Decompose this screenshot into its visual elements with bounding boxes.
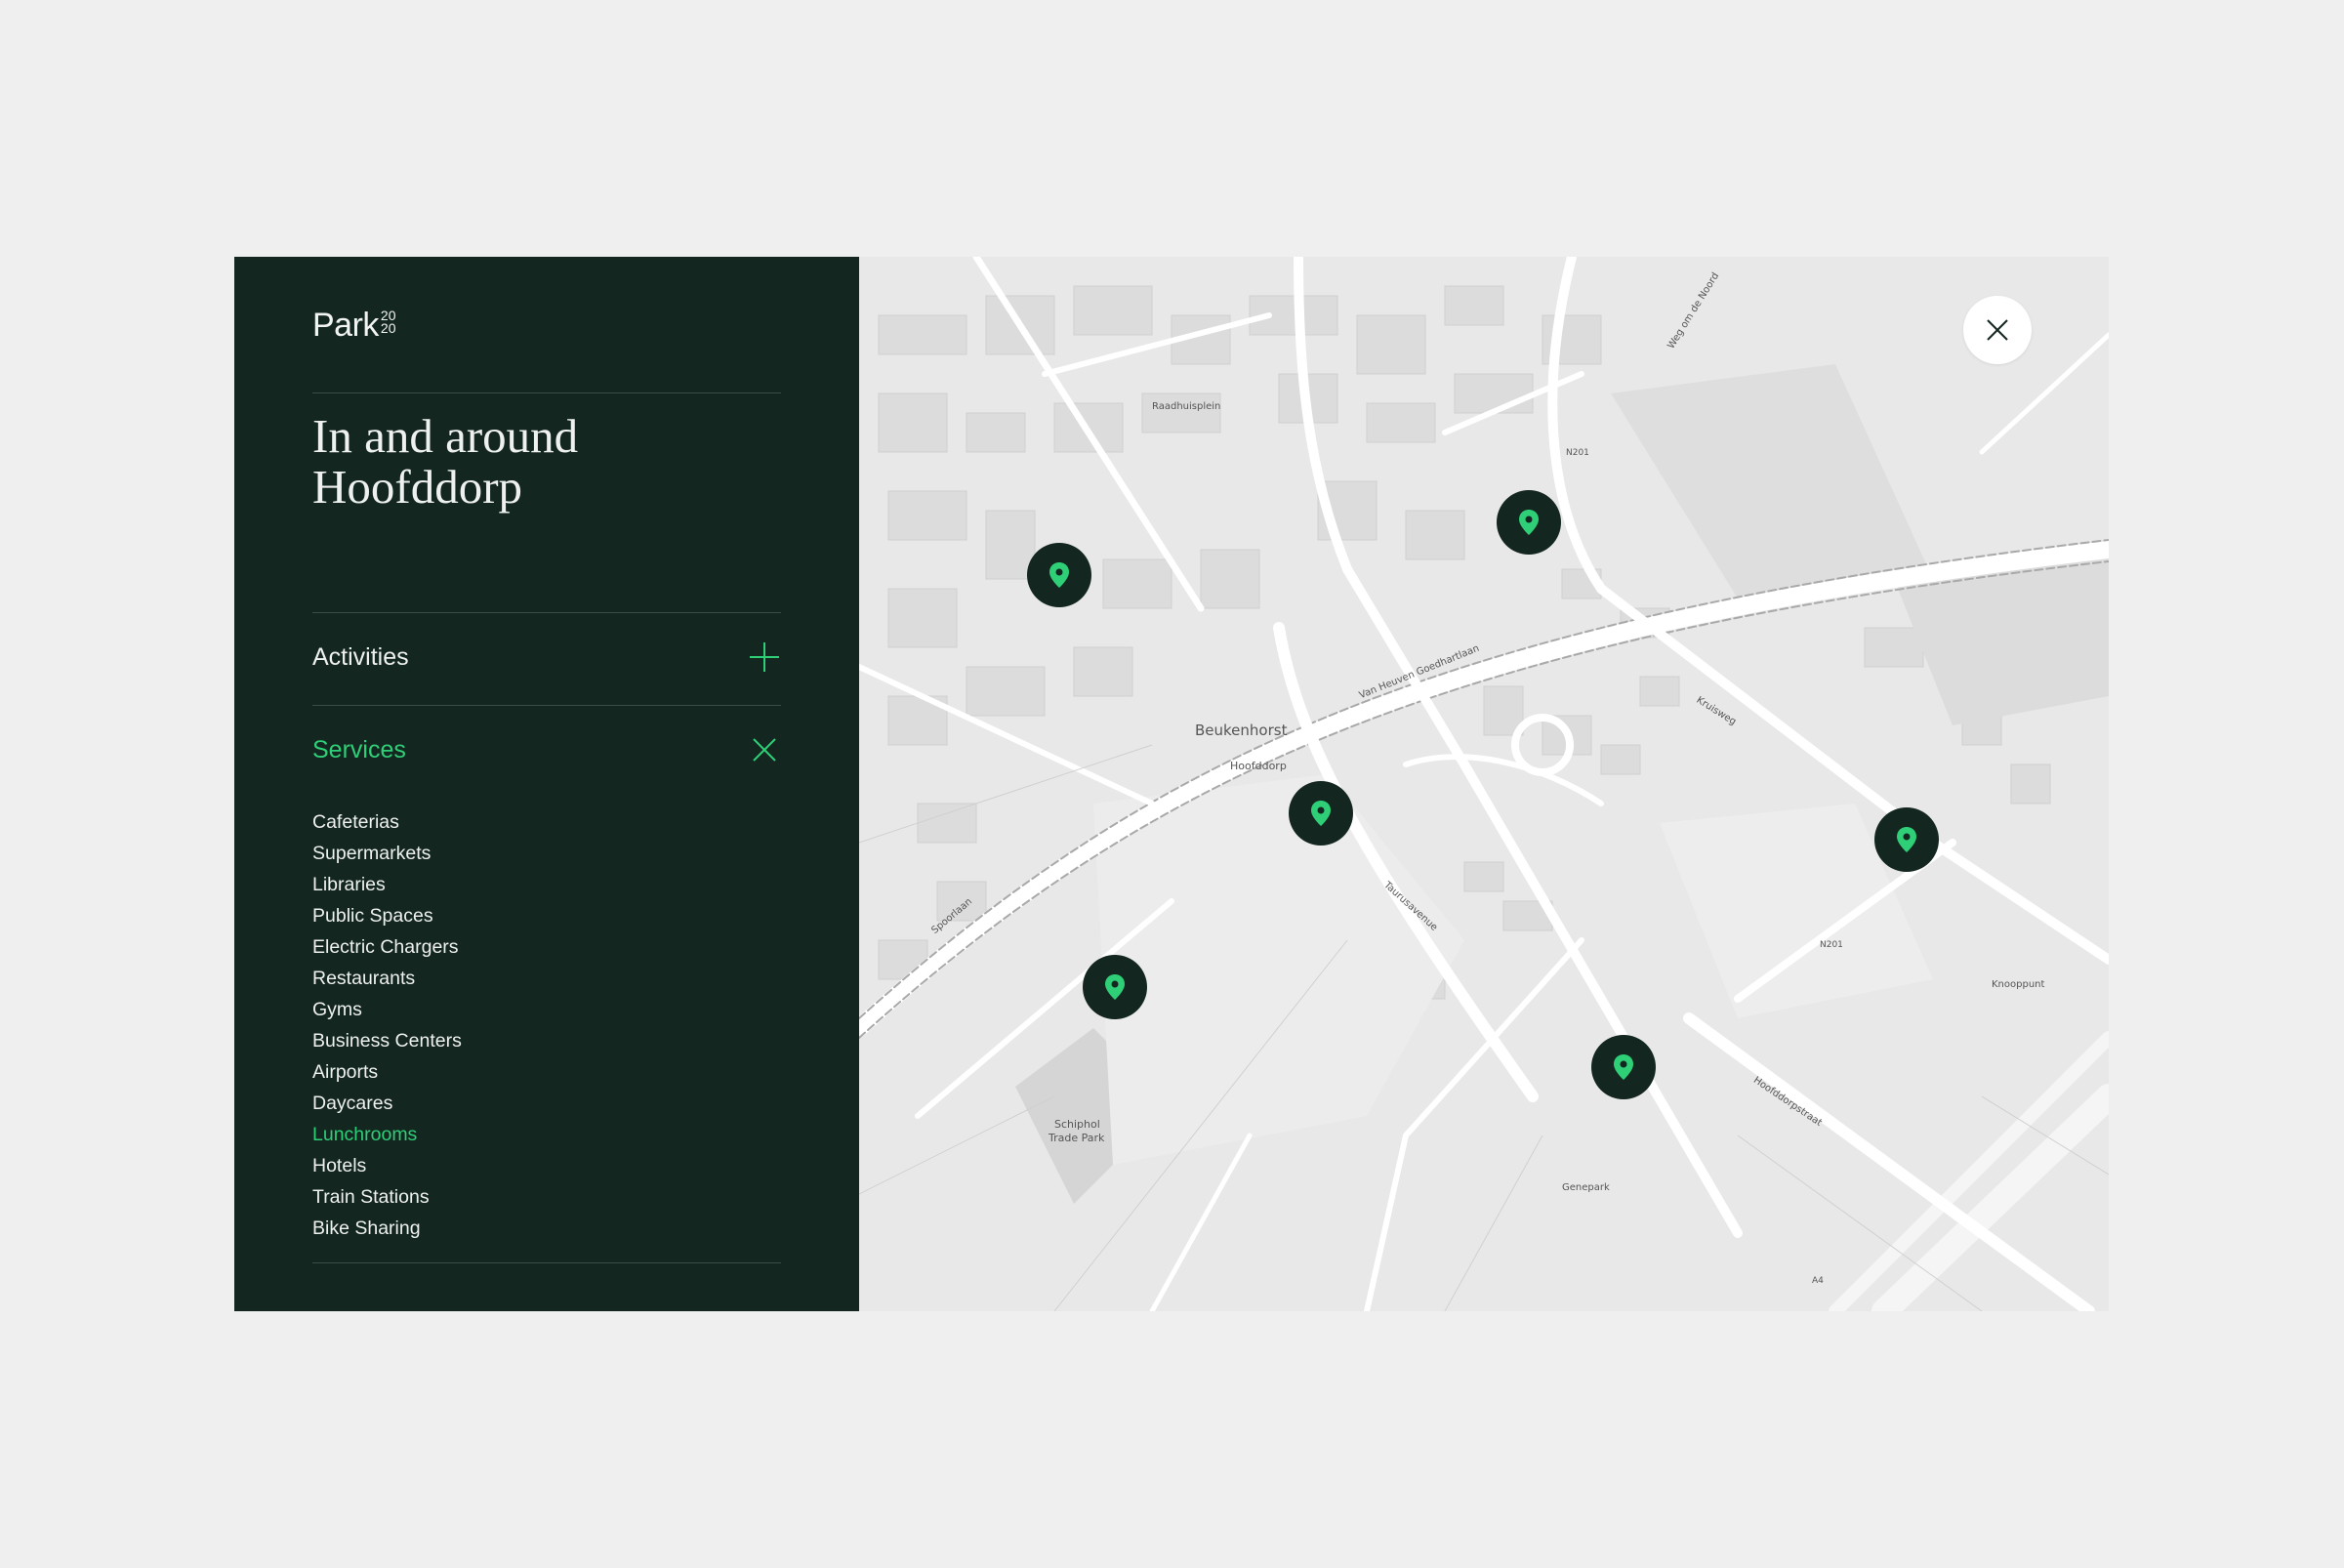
map-marker[interactable]: [1083, 955, 1147, 1019]
park2020-logo[interactable]: Park 20 20: [312, 306, 396, 345]
map-label-knooppunt: Knooppunt: [1992, 979, 2045, 990]
map-label-n201: N201: [1820, 940, 1843, 950]
service-item-electric-chargers[interactable]: Electric Chargers: [312, 931, 462, 963]
service-item-restaurants[interactable]: Restaurants: [312, 963, 462, 994]
map-pin-icon: [1519, 510, 1539, 535]
map-pin-icon: [1105, 974, 1125, 1000]
map-marker[interactable]: [1874, 807, 1939, 872]
map-label-schiphol: Schiphol: [1054, 1118, 1100, 1131]
map-marker[interactable]: [1591, 1035, 1656, 1099]
service-item-lunchrooms[interactable]: Lunchrooms: [312, 1119, 462, 1150]
service-item-train-stations[interactable]: Train Stations: [312, 1181, 462, 1213]
divider: [312, 392, 781, 393]
service-item-bike-sharing[interactable]: Bike Sharing: [312, 1213, 462, 1244]
page-title-line-2: Hoofddorp: [312, 460, 523, 514]
map-marker[interactable]: [1027, 543, 1091, 607]
map-label-genepark: Genepark: [1562, 1182, 1610, 1193]
page-title: In and around Hoofddorp: [312, 411, 781, 513]
services-list: Cafeterias Supermarkets Libraries Public…: [312, 806, 462, 1244]
map-label-hoofddorp: Hoofddorp: [1230, 760, 1287, 772]
page-title-line-1: In and around: [312, 409, 579, 463]
service-item-cafeterias[interactable]: Cafeterias: [312, 806, 462, 838]
map-view[interactable]: Beukenhorst Hoofddorp Schiphol Trade Par…: [859, 257, 2109, 1311]
service-item-hotels[interactable]: Hotels: [312, 1150, 462, 1181]
map-pin-icon: [1049, 562, 1069, 588]
close-button[interactable]: [1963, 296, 2032, 364]
service-item-supermarkets[interactable]: Supermarkets: [312, 838, 462, 869]
map-modal: Park 20 20 In and around Hoofddorp Activ…: [234, 257, 2109, 1311]
service-item-daycares[interactable]: Daycares: [312, 1088, 462, 1119]
map-label-a4: A4: [1812, 1276, 1824, 1286]
logo-superscript: 20 20: [381, 309, 396, 335]
map-marker[interactable]: [1289, 781, 1353, 846]
accordion-services-label: Services: [312, 735, 406, 763]
map-pin-icon: [1897, 827, 1916, 852]
map-pin-icon: [1614, 1054, 1633, 1080]
map-pin-icon: [1311, 801, 1331, 826]
map-label-n201: N201: [1566, 448, 1589, 458]
service-item-public-spaces[interactable]: Public Spaces: [312, 900, 462, 931]
map-label-raadhuisplein: Raadhuisplein: [1152, 401, 1221, 412]
divider: [312, 1262, 781, 1263]
service-item-libraries[interactable]: Libraries: [312, 869, 462, 900]
accordion-activities-label: Activities: [312, 642, 409, 671]
close-icon[interactable]: [748, 733, 781, 766]
map-base: [859, 257, 2109, 1311]
service-item-airports[interactable]: Airports: [312, 1056, 462, 1088]
accordion-services[interactable]: Services: [312, 706, 781, 794]
service-item-business-centers[interactable]: Business Centers: [312, 1025, 462, 1056]
map-label-beukenhorst: Beukenhorst: [1195, 722, 1288, 739]
plus-icon[interactable]: [748, 640, 781, 674]
logo-wordmark: Park: [312, 307, 379, 344]
accordion-activities[interactable]: Activities: [312, 613, 781, 701]
map-marker[interactable]: [1497, 490, 1561, 555]
close-icon: [1987, 319, 2008, 341]
sidebar-panel: Park 20 20 In and around Hoofddorp Activ…: [234, 257, 859, 1311]
logo-sup-bottom: 20: [380, 320, 396, 336]
map-label-trade-park: Trade Park: [1049, 1132, 1105, 1144]
service-item-gyms[interactable]: Gyms: [312, 994, 462, 1025]
